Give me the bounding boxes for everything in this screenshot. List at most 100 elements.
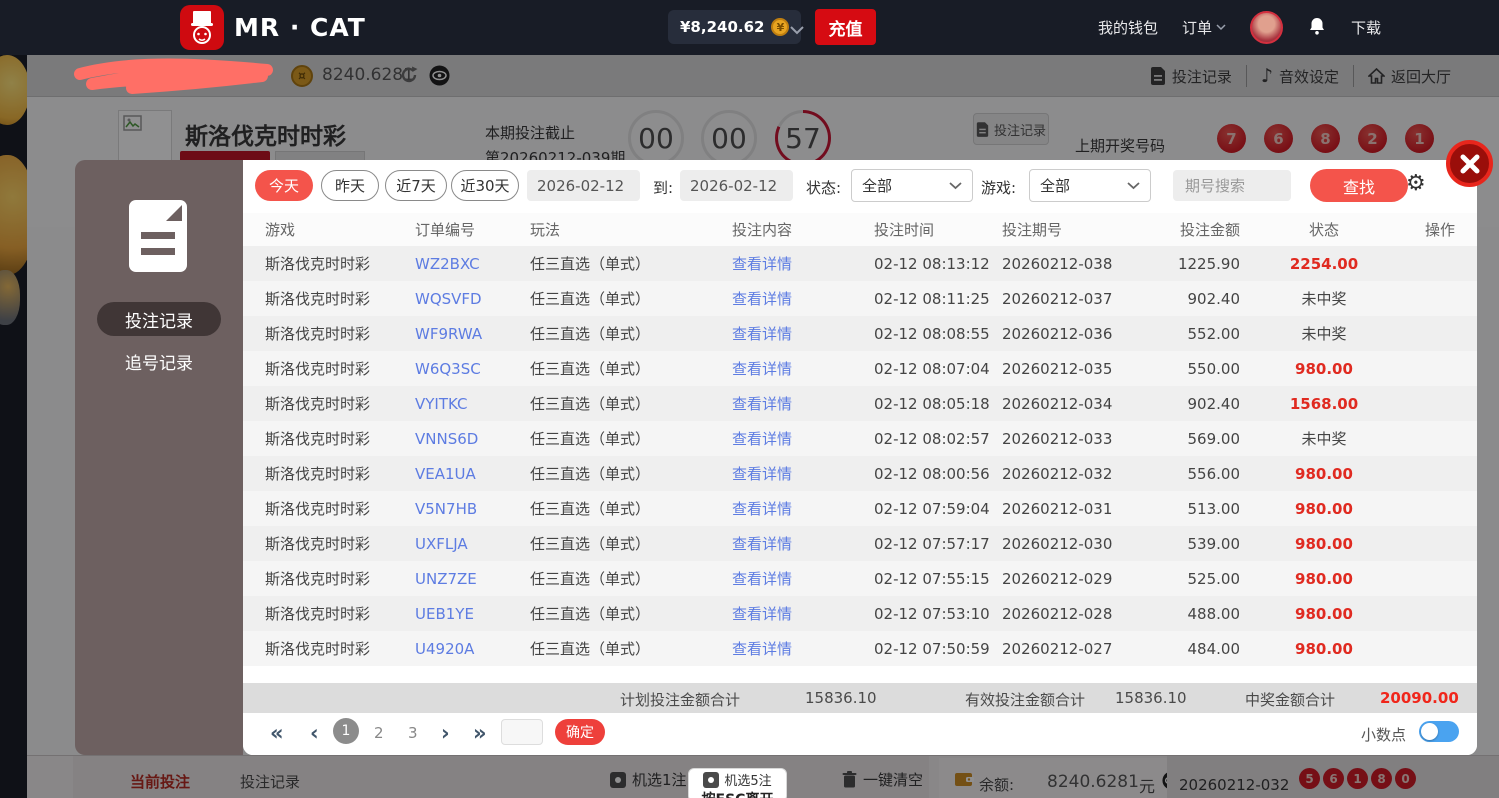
download-link[interactable]: 下载 — [1351, 17, 1381, 38]
brand[interactable]: MR · CAT — [180, 5, 366, 50]
bet-amount-cell: 550.00 — [1187, 359, 1241, 378]
filter-last30-button[interactable]: 近30天 — [451, 170, 519, 201]
issue-search-input[interactable]: 期号搜索 — [1173, 170, 1291, 201]
bet-amount-cell: 513.00 — [1187, 499, 1241, 518]
view-details-link[interactable]: 查看详情 — [732, 428, 874, 449]
deposit-button[interactable]: 充值 — [815, 9, 876, 45]
play-type-cell: 任三直选（单式） — [530, 535, 651, 553]
filter-yesterday-button[interactable]: 昨天 — [321, 170, 379, 201]
view-details-link[interactable]: 查看详情 — [732, 323, 874, 344]
bet-time-cell: 02-12 07:57:17 — [874, 534, 990, 553]
planned-total-value: 15836.10 — [805, 689, 877, 707]
valid-total-label: 有效投注金额合计 — [965, 691, 1086, 709]
page-1-active[interactable]: 1 — [333, 718, 359, 744]
sidebar-item-bet-records[interactable]: 投注记录 — [97, 302, 221, 336]
status-select[interactable]: 全部 — [851, 169, 973, 202]
my-wallet-link[interactable]: 我的钱包 — [1098, 17, 1158, 38]
page-jump-confirm-button[interactable]: 确定 — [555, 719, 605, 745]
col-play-type: 玩法 — [530, 221, 561, 239]
avatar[interactable] — [1249, 11, 1283, 44]
close-modal-button[interactable] — [1446, 140, 1493, 187]
table-row: 斯洛伐克时时彩 VEA1UA 任三直选（单式） 查看详情 02-12 08:00:56 2… — [243, 456, 1477, 491]
order-id-link[interactable]: VNNS6D — [415, 430, 530, 448]
page-2-button[interactable]: 2 — [374, 724, 384, 742]
redaction-scribble — [74, 58, 273, 94]
bell-icon[interactable] — [1307, 16, 1327, 40]
bet-issue-cell: 20260212-033 — [1002, 429, 1113, 448]
order-id-link[interactable]: VYITKC — [415, 395, 530, 413]
page-3-button[interactable]: 3 — [408, 724, 418, 742]
view-details-link[interactable]: 查看详情 — [732, 568, 874, 589]
view-details-link[interactable]: 查看详情 — [732, 393, 874, 414]
view-details-link[interactable]: 查看详情 — [732, 463, 874, 484]
table-row: 斯洛伐克时时彩 VYITKC 任三直选（单式） 查看详情 02-12 08:05:18 2… — [243, 386, 1477, 421]
order-id-link[interactable]: UXFLJA — [415, 535, 530, 553]
dice-icon — [703, 771, 720, 788]
records-modal-sidebar: 投注记录 追号记录 — [75, 160, 243, 755]
play-type-cell: 任三直选（单式） — [530, 290, 651, 308]
orders-label: 订单 — [1181, 19, 1212, 37]
order-id-link[interactable]: UNZ7ZE — [415, 570, 530, 588]
chevron-down-icon[interactable] — [790, 20, 804, 39]
date-from-input[interactable]: 2026-02-12 — [527, 170, 640, 201]
filter-today-button[interactable]: 今天 — [255, 170, 313, 201]
sidebar-item-chase-records[interactable]: 追号记录 — [97, 344, 221, 378]
order-id-link[interactable]: UEB1YE — [415, 605, 530, 623]
order-id-link[interactable]: WF9RWA — [415, 325, 530, 343]
status-cell: 980.00 — [1295, 534, 1353, 553]
game-cell: 斯洛伐克时时彩 — [265, 325, 371, 343]
status-cell: 未中奖 — [1301, 325, 1347, 343]
filter-last7-button[interactable]: 近7天 — [385, 170, 447, 201]
order-id-link[interactable]: WQSVFD — [415, 290, 530, 308]
bet-amount-cell: 552.00 — [1187, 324, 1241, 343]
prev-page-button[interactable]: ‹ — [310, 721, 319, 745]
last-page-button[interactable]: » — [473, 721, 487, 745]
view-details-link[interactable]: 查看详情 — [732, 533, 874, 554]
game-cell: 斯洛伐克时时彩 — [265, 535, 371, 553]
decimal-toggle[interactable] — [1419, 721, 1459, 742]
date-to-input[interactable]: 2026-02-12 — [680, 170, 793, 201]
first-page-button[interactable]: « — [270, 721, 284, 745]
next-page-button[interactable]: › — [441, 721, 450, 745]
chevron-down-icon — [1127, 181, 1140, 189]
col-issue: 投注期号 — [1002, 221, 1063, 239]
view-details-link[interactable]: 查看详情 — [732, 288, 874, 309]
filter-bar: 今天 昨天 近7天 近30天 2026-02-12 到: 2026-02-12 … — [243, 160, 1477, 210]
table-row: 斯洛伐克时时彩 UNZ7ZE 任三直选（单式） 查看详情 02-12 07:55:15 2… — [243, 561, 1477, 596]
search-button[interactable]: 查找 — [1310, 169, 1408, 202]
view-details-link[interactable]: 查看详情 — [732, 498, 874, 519]
table-row: 斯洛伐克时时彩 WQSVFD 任三直选（单式） 查看详情 02-12 08:11:25 2… — [243, 281, 1477, 316]
bet-amount-cell: 569.00 — [1187, 429, 1241, 448]
view-details-link[interactable]: 查看详情 — [732, 638, 874, 659]
table-row: 斯洛伐克时时彩 VNNS6D 任三直选（单式） 查看详情 02-12 08:02:57 2… — [243, 421, 1477, 456]
balance-pill[interactable]: ¥8,240.62 ¥ — [668, 10, 802, 44]
bet-time-cell: 02-12 08:08:55 — [874, 324, 990, 343]
order-id-link[interactable]: W6Q3SC — [415, 360, 530, 378]
order-id-link[interactable]: U4920A — [415, 640, 530, 658]
order-id-link[interactable]: V5N7HB — [415, 500, 530, 518]
bet-issue-cell: 20260212-032 — [1002, 464, 1113, 483]
bet-amount-cell: 902.40 — [1187, 289, 1241, 308]
random-5-button[interactable]: 机选5注 — [689, 770, 786, 789]
chevron-down-icon — [1216, 24, 1226, 31]
orders-menu[interactable]: 订单 — [1182, 17, 1226, 38]
balance-amount: ¥8,240.62 — [680, 18, 765, 36]
col-action: 操作 — [1424, 221, 1455, 239]
view-details-link[interactable]: 查看详情 — [732, 603, 874, 624]
bet-issue-cell: 20260212-037 — [1002, 289, 1113, 308]
game-cell: 斯洛伐克时时彩 — [265, 640, 371, 658]
table-row: 斯洛伐克时时彩 UXFLJA 任三直选（单式） 查看详情 02-12 07:57:17 2… — [243, 526, 1477, 561]
order-id-link[interactable]: VEA1UA — [415, 465, 530, 483]
play-type-cell: 任三直选（单式） — [530, 465, 651, 483]
col-amount: 投注金额 — [1179, 221, 1240, 239]
view-details-link[interactable]: 查看详情 — [732, 253, 874, 274]
bet-time-cell: 02-12 07:55:15 — [874, 569, 990, 588]
table-row: 斯洛伐克时时彩 V5N7HB 任三直选（单式） 查看详情 02-12 07:59:04 2… — [243, 491, 1477, 526]
page-jump-input[interactable] — [501, 719, 543, 745]
game-select[interactable]: 全部 — [1029, 169, 1151, 202]
gear-icon[interactable]: ⚙ — [1406, 171, 1426, 196]
col-status: 状态 — [1308, 221, 1339, 239]
order-id-link[interactable]: WZ2BXC — [415, 255, 530, 273]
win-total-value: 20090.00 — [1380, 689, 1459, 707]
view-details-link[interactable]: 查看详情 — [732, 358, 874, 379]
